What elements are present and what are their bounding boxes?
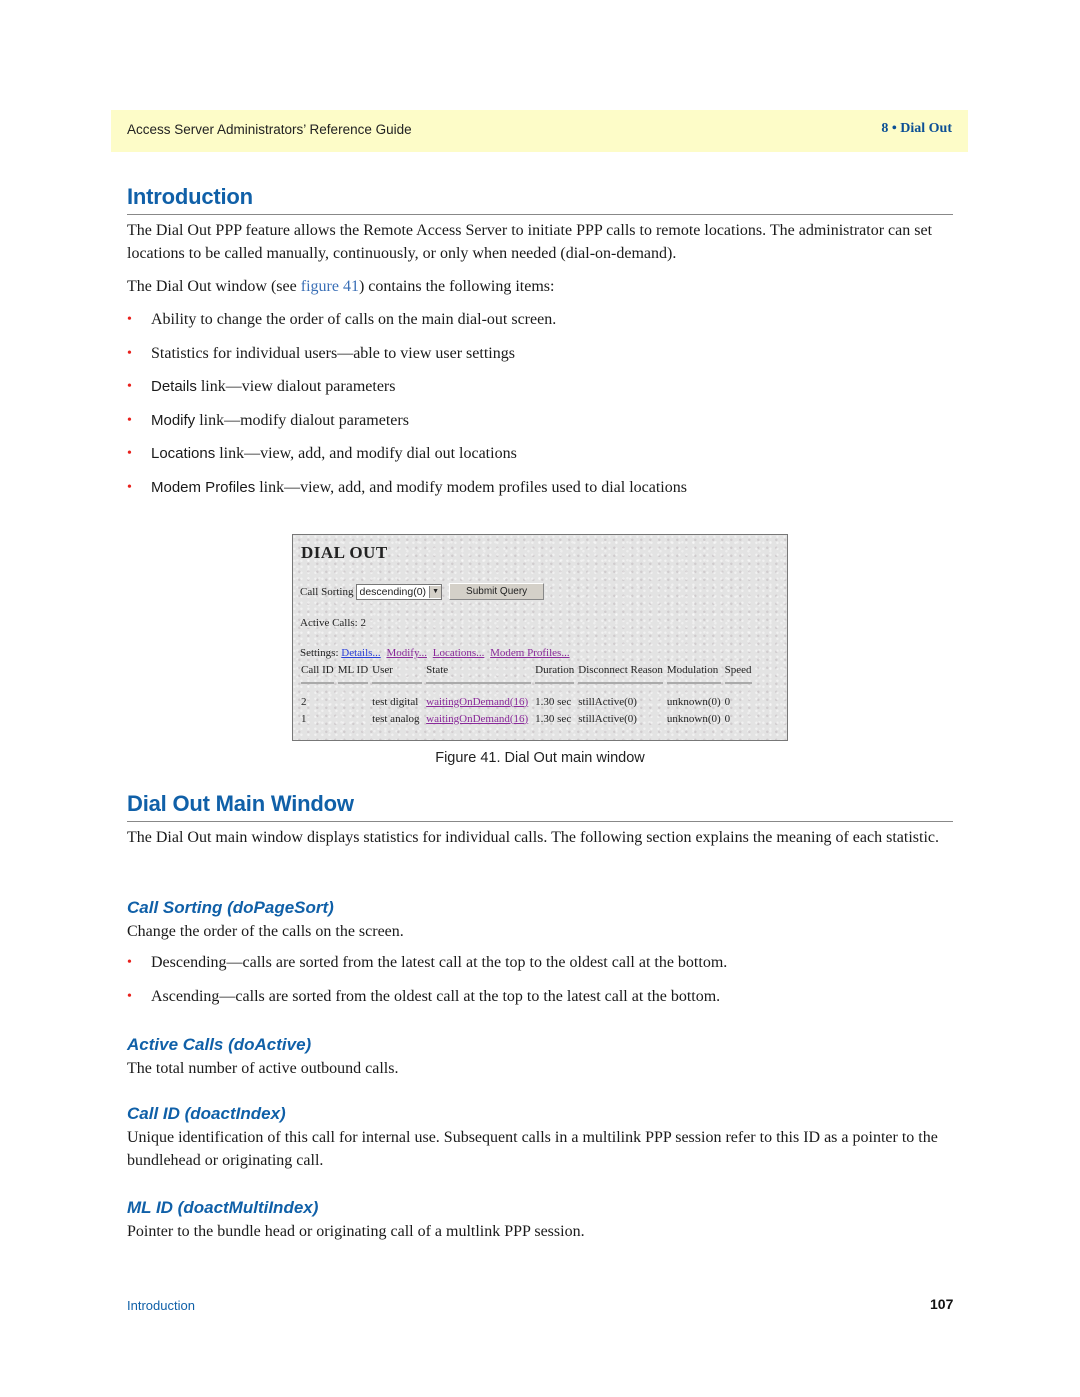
bullet-icon: • (127, 988, 132, 1004)
ml-id-para: Pointer to the bundle head or originatin… (127, 1223, 585, 1240)
figure-title: DIAL OUT (301, 543, 388, 562)
table-row: 2 test digital waitingOnDemand(16) 1.30 … (301, 695, 731, 708)
intro-section: Introduction The Dial Out PPP feature al… (127, 184, 953, 511)
intro-heading: Introduction (127, 184, 953, 215)
col-speed: Speed (724, 664, 752, 676)
intro-para-figure-ref: The Dial Out window (see figure 41) cont… (127, 278, 555, 295)
bullet-icon: • (127, 345, 132, 361)
header-separator (299, 677, 754, 687)
call-id-section: Call ID (doactIndex) Unique identificati… (127, 1104, 953, 1172)
bullet-icon: • (127, 955, 132, 970)
col-ml-id: ML ID (337, 664, 369, 676)
state-link[interactable]: waitingOnDemand(16) (426, 696, 528, 708)
call-sorting-heading: Call Sorting (doPageSort) (127, 898, 334, 917)
chapter-label: 8 • Dial Out (881, 121, 952, 136)
call-sorting-section: Call Sorting (doPageSort) Change the ord… (127, 898, 953, 1020)
guide-title: Access Server Administrators’ Reference … (127, 122, 412, 137)
col-duration: Duration (535, 664, 575, 676)
call-id-para: Unique identification of this call for i… (127, 1129, 938, 1169)
footer-section-link[interactable]: Introduction (127, 1298, 195, 1313)
bullet-icon: • (127, 479, 132, 495)
sorting-list: • Descending—calls are sorted from the la… (127, 953, 953, 1007)
call-sorting-label: Call Sorting (300, 585, 354, 598)
bullet-icon: • (127, 412, 132, 428)
bullet-icon: • (127, 446, 132, 461)
settings-links: Settings: Details... Modify... Locations… (300, 647, 570, 659)
active-calls-heading: Active Calls (doActive) (127, 1035, 312, 1054)
feature-list: • Ability to change the order of calls on… (127, 310, 953, 498)
active-calls-text: Active Calls: 2 (300, 617, 366, 629)
modify-link[interactable]: Modify... (386, 647, 427, 659)
dial-out-figure: DIAL OUT Call Sorting descending(0) ▼ Su… (292, 534, 788, 741)
list-item: • Statistics for individual users—able to… (127, 344, 515, 362)
calls-table: Call ID ML ID User State Duration Discon… (299, 663, 754, 727)
list-item: • Modem Profiles link—view, add, and modi… (127, 478, 687, 496)
page-number: 107 (930, 1296, 954, 1312)
intro-para: The Dial Out PPP feature allows the Remo… (127, 222, 933, 262)
bullet-icon: • (127, 379, 132, 394)
call-sorting-select[interactable]: descending(0) ▼ (356, 583, 443, 600)
main-window-heading: Dial Out Main Window (127, 791, 953, 822)
chevron-down-icon: ▼ (429, 585, 442, 598)
ml-id-section: ML ID (doactMultiIndex) Pointer to the b… (127, 1198, 953, 1243)
col-modulation: Modulation (666, 664, 719, 676)
details-link[interactable]: Details... (341, 647, 380, 659)
col-disconnect-reason: Disconnect Reason (578, 664, 663, 676)
list-item: • Ascending—calls are sorted from the old… (127, 987, 721, 1005)
col-call-id: Call ID (301, 664, 334, 676)
active-calls-section: Active Calls (doActive) The total number… (127, 1035, 953, 1080)
state-link[interactable]: waitingOnDemand(16) (426, 713, 528, 725)
call-id-heading: Call ID (doactIndex) (127, 1104, 286, 1123)
ml-id-heading: ML ID (doactMultiIndex) (127, 1198, 319, 1217)
call-sorting-row: Call Sorting descending(0) ▼ Submit Quer… (300, 583, 545, 600)
col-state: State (426, 664, 449, 676)
col-user: User (372, 664, 393, 676)
bullet-icon: • (127, 312, 132, 327)
list-item: • Modify link—modify dialout parameters (127, 411, 409, 429)
list-item: • Ability to change the order of calls on… (127, 311, 557, 328)
active-calls-para: The total number of active outbound call… (127, 1060, 399, 1077)
table-header-row: Call ID ML ID User State Duration Discon… (299, 663, 754, 677)
list-item: • Locations link—view, add, and modify di… (127, 445, 517, 462)
locations-link[interactable]: Locations... (433, 647, 485, 659)
list-item: • Details link—view dialout parameters (127, 378, 396, 395)
modem-profiles-link[interactable]: Modem Profiles... (490, 647, 569, 659)
list-item: • Descending—calls are sorted from the la… (127, 954, 728, 971)
submit-query-button[interactable]: Submit Query (449, 583, 545, 600)
main-window-section: Dial Out Main Window The Dial Out main w… (127, 791, 953, 849)
running-header: Access Server Administrators’ Reference … (111, 110, 968, 152)
call-sorting-para: Change the order of the calls on the scr… (127, 923, 404, 940)
table-row: 1 test analog waitingOnDemand(16) 1.30 s… (301, 712, 731, 725)
figure-caption: Figure 41. Dial Out main window (435, 750, 645, 766)
figure-41-link[interactable]: figure 41 (301, 278, 359, 295)
main-window-para: The Dial Out main window displays statis… (127, 829, 939, 846)
